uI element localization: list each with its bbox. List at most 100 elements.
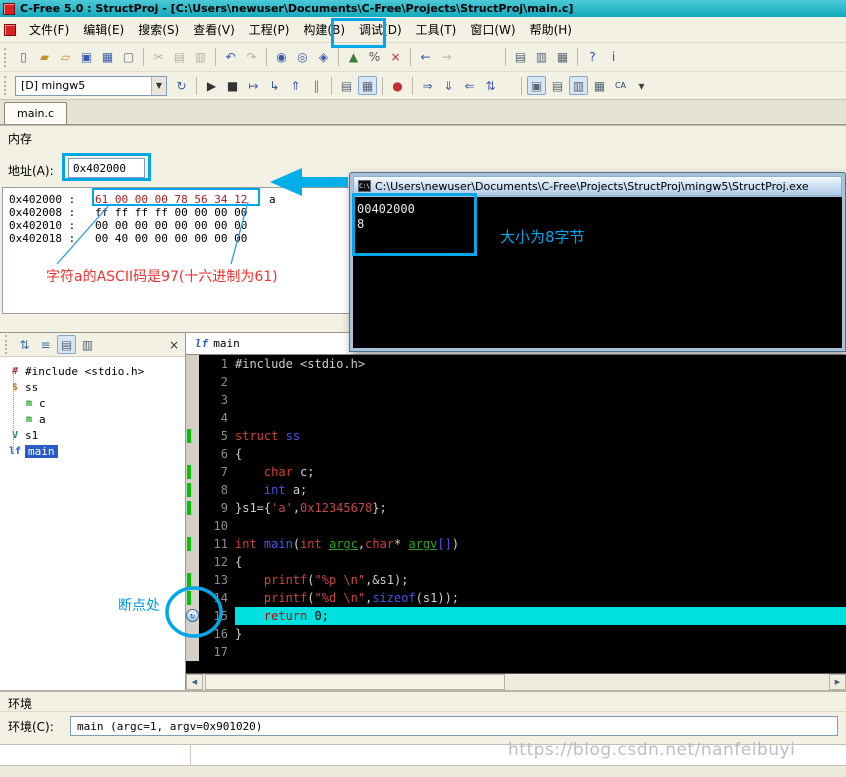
symbol-item-c[interactable]: mc <box>0 395 185 411</box>
code-text[interactable]: struct ss <box>235 427 846 445</box>
code-text[interactable]: { <box>235 553 846 571</box>
console-title-bar[interactable]: C:\ C:\Users\newuser\Documents\C-Free\Pr… <box>353 176 842 196</box>
code-line[interactable]: 8 int a; <box>186 481 846 499</box>
editor-gutter[interactable] <box>186 553 199 571</box>
step-over-icon[interactable]: ↦ <box>244 76 263 95</box>
paste-icon[interactable]: ▥ <box>191 48 210 67</box>
copy-icon[interactable]: ▤ <box>170 48 189 67</box>
address-input[interactable] <box>68 158 145 178</box>
editor-gutter[interactable] <box>186 535 199 553</box>
code-text[interactable] <box>235 517 846 535</box>
editor-gutter[interactable] <box>186 445 199 463</box>
run-icon[interactable]: ▶ <box>202 76 221 95</box>
code-text[interactable]: int a; <box>235 481 846 499</box>
scroll-track[interactable] <box>203 674 829 690</box>
toolbar-more-icon[interactable]: ▾ <box>632 76 651 95</box>
back-icon[interactable]: ← <box>416 48 435 67</box>
scroll-left-icon[interactable]: ◀ <box>186 674 203 690</box>
menu-help[interactable]: 帮助(H) <box>523 17 579 42</box>
find-in-files-icon[interactable]: ◎ <box>293 48 312 67</box>
code-line[interactable]: 2 <box>186 373 846 391</box>
code-text[interactable]: printf("%d \n",sizeof(s1)); <box>235 589 846 607</box>
view-flat-icon[interactable]: ▥ <box>78 335 97 354</box>
redo-icon[interactable]: ↷ <box>242 48 261 67</box>
code-text[interactable]: }s1={'a',0x12345678}; <box>235 499 846 517</box>
new-file-icon[interactable]: ▯ <box>14 48 33 67</box>
next-window-icon[interactable]: ▥ <box>532 48 551 67</box>
scroll-right-icon[interactable]: ▶ <box>829 674 846 690</box>
code-line[interactable]: 12{ <box>186 553 846 571</box>
scroll-thumb[interactable] <box>205 674 505 690</box>
step-into-icon[interactable]: ↳ <box>265 76 284 95</box>
editor-gutter[interactable] <box>186 571 199 589</box>
console-output[interactable]: 00402000 8 <box>353 197 842 348</box>
menu-project[interactable]: 工程(P) <box>242 17 297 42</box>
symbol-item-include-stdio-h[interactable]: # #include <stdio.h> <box>0 363 185 379</box>
console-window[interactable]: C:\ C:\Users\newuser\Documents\C-Free\Pr… <box>349 172 846 352</box>
environment-combo[interactable]: main (argc=1, argv=0x901020) <box>70 716 838 736</box>
code-text[interactable]: #include <stdio.h> <box>235 355 846 373</box>
debug-window-1-icon[interactable]: ▣ <box>527 76 546 95</box>
code-line[interactable]: 5 struct ss <box>186 427 846 445</box>
code-text[interactable]: int main(int argc,char* argv[]) <box>235 535 846 553</box>
code-line[interactable]: 6{ <box>186 445 846 463</box>
cut-icon[interactable]: ✂ <box>149 48 168 67</box>
code-line[interactable]: 11 int main(int argc,char* argv[]) <box>186 535 846 553</box>
debug-window-4-icon[interactable]: ▦ <box>590 76 609 95</box>
code-text[interactable]: return 0; <box>235 607 846 625</box>
run-to-cursor-icon[interactable]: ⇒ <box>418 76 437 95</box>
code-line[interactable]: 16} <box>186 625 846 643</box>
chevron-down-icon[interactable]: ▼ <box>151 76 166 95</box>
toolbar-grip[interactable] <box>4 76 9 95</box>
code-text[interactable]: printf("%p \n",&s1); <box>235 571 846 589</box>
refresh-target-icon[interactable]: ↻ <box>172 76 191 95</box>
stop-build-icon[interactable]: × <box>386 48 405 67</box>
sort-az-icon[interactable]: ⇅ <box>15 335 34 354</box>
menu-file[interactable]: 文件(F) <box>22 17 76 42</box>
code-text[interactable]: } <box>235 625 846 643</box>
view-tree-icon[interactable]: ▤ <box>57 335 76 354</box>
code-line[interactable]: 1 #include <stdio.h> <box>186 355 846 373</box>
stop-debug-icon[interactable]: ■ <box>223 76 242 95</box>
editor-gutter[interactable] <box>186 517 199 535</box>
build-icon[interactable]: ▲ <box>344 48 363 67</box>
menu-search[interactable]: 搜索(S) <box>131 17 186 42</box>
window-list-icon[interactable]: ▦ <box>553 48 572 67</box>
editor-gutter[interactable]: ↻ <box>186 607 199 625</box>
help-icon[interactable]: ? <box>583 48 602 67</box>
close-icon[interactable]: × <box>166 337 182 353</box>
replace-icon[interactable]: ◈ <box>314 48 333 67</box>
code-area[interactable]: 1 #include <stdio.h> 2 3 4 5 struct ss 6{7 char… <box>186 355 846 674</box>
symbol-item-main[interactable]: lf main <box>0 443 185 459</box>
menu-edit[interactable]: 编辑(E) <box>76 17 131 42</box>
editor-gutter[interactable] <box>186 643 199 661</box>
debug-window-3-icon[interactable]: ▥ <box>569 76 588 95</box>
undo-icon[interactable]: ↶ <box>221 48 240 67</box>
watch-window-icon[interactable]: ▤ <box>337 76 356 95</box>
symbol-item-ss[interactable]: $ ss <box>0 379 185 395</box>
code-text[interactable]: { <box>235 445 846 463</box>
editor-gutter[interactable] <box>186 481 199 499</box>
menu-tools[interactable]: 工具(T) <box>409 17 464 42</box>
code-text[interactable] <box>235 373 846 391</box>
save-all-icon[interactable]: ▦ <box>98 48 117 67</box>
open-file-icon[interactable]: ▰ <box>35 48 54 67</box>
menu-view[interactable]: 查看(V) <box>186 17 242 42</box>
progress-icon[interactable]: % <box>365 48 384 67</box>
document-menu-icon[interactable] <box>4 23 16 36</box>
menu-debug[interactable]: 调试(D) <box>352 17 409 42</box>
editor-gutter[interactable] <box>186 355 199 373</box>
code-line[interactable]: 10 <box>186 517 846 535</box>
pause-icon[interactable]: ‖ <box>307 76 326 95</box>
memory-window-icon[interactable]: ▦ <box>358 76 377 95</box>
code-line[interactable]: 17 <box>186 643 846 661</box>
build-target-combo[interactable]: [D] mingw5 ▼ <box>15 75 167 96</box>
code-line[interactable]: 14 printf("%d \n",sizeof(s1)); <box>186 589 846 607</box>
save-icon[interactable]: ▣ <box>77 48 96 67</box>
editor-gutter[interactable] <box>186 499 199 517</box>
prev-window-icon[interactable]: ▤ <box>511 48 530 67</box>
code-line[interactable]: 7 char c; <box>186 463 846 481</box>
code-line[interactable]: ↻ 15 return 0; <box>186 607 846 625</box>
current-line-icon[interactable]: ↻ <box>186 609 199 622</box>
code-text[interactable]: char c; <box>235 463 846 481</box>
